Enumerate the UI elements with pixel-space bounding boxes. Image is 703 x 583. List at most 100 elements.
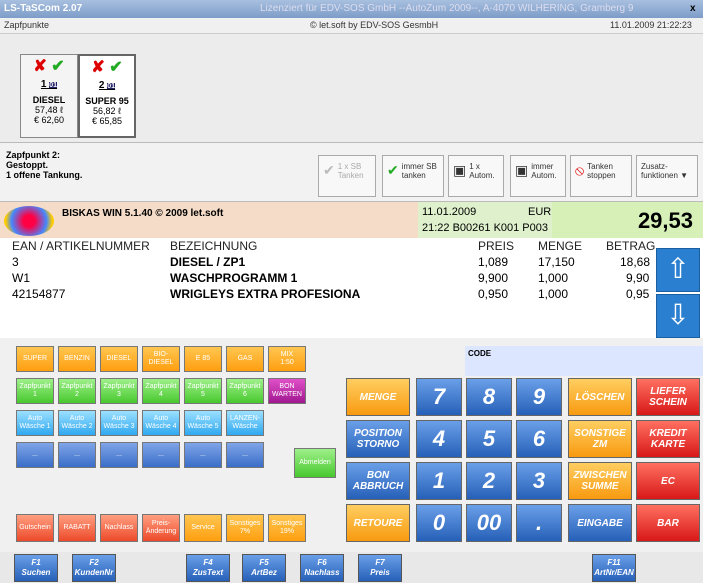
single-sb-button[interactable]: ✔ 1 x SB Tanken xyxy=(318,155,376,197)
zapf-key[interactable]: Zapfpunkt 6 xyxy=(226,378,264,404)
decimal-key[interactable]: . xyxy=(516,504,562,542)
col-header: MENGE xyxy=(538,239,583,253)
delivery-note-button[interactable]: LIEFER SCHEIN xyxy=(636,378,700,416)
fuel-key[interactable]: GAS xyxy=(226,346,264,372)
zapf-key[interactable]: Zapfpunkt 3 xyxy=(100,378,138,404)
fuel-key[interactable]: DIESEL xyxy=(100,346,138,372)
pump-number: 2 xyxy=(98,80,105,91)
fkey-label: F6 xyxy=(317,558,327,567)
wash-key[interactable]: Auto Wäsche 5 xyxy=(184,410,222,436)
digit-0[interactable]: 0 xyxy=(416,504,462,542)
scroll-up-icon[interactable]: ⇧ xyxy=(656,248,700,292)
nachlass-key[interactable]: Nachlass xyxy=(100,514,138,542)
service-key[interactable]: Service xyxy=(184,514,222,542)
stop-fueling-button[interactable]: ⦸ Tanken stoppen xyxy=(570,155,632,197)
f1-search-key[interactable]: F1 Suchen xyxy=(14,554,58,582)
fuel-key[interactable]: BIO- DIESEL xyxy=(142,346,180,372)
digit-00[interactable]: 00 xyxy=(466,504,512,542)
single-auto-button[interactable]: ▣ 1 x Autom. xyxy=(448,155,504,197)
pump-1[interactable]: ✘ ✔ 1 01 DIESEL 57,48 ℓ € 62,60 xyxy=(20,54,78,138)
digit-8[interactable]: 8 xyxy=(466,378,512,416)
code-input[interactable]: CODE xyxy=(465,346,703,376)
wash-key[interactable]: LANZEN- Wäsche xyxy=(226,410,264,436)
misc19-key[interactable]: Sonstiges 19% xyxy=(268,514,306,542)
table-row[interactable]: 42154877 WRIGLEYS EXTRA PROFESIONA 0,950… xyxy=(0,286,654,302)
f11-ean-key[interactable]: F11 ArtNr/EAN xyxy=(592,554,636,582)
always-auto-button[interactable]: ▣ immer Autom. xyxy=(510,155,566,197)
wash-key[interactable]: Auto Wäsche 3 xyxy=(100,410,138,436)
misc7-key[interactable]: Sonstiges 7% xyxy=(226,514,264,542)
digit-2[interactable]: 2 xyxy=(466,462,512,500)
menge-button[interactable]: MENGE xyxy=(346,378,410,416)
wash-key[interactable]: Auto Wäsche 4 xyxy=(142,410,180,436)
cell: 17,150 xyxy=(538,255,575,269)
fkey-label: Suchen xyxy=(21,568,51,577)
zapf-key[interactable]: Zapfpunkt 4 xyxy=(142,378,180,404)
wash-key[interactable]: Auto Wäsche 1 xyxy=(16,410,54,436)
fuel-key[interactable]: E 85 xyxy=(184,346,222,372)
retoure-button[interactable]: RETOURE xyxy=(346,504,410,542)
f7-price-key[interactable]: F7 Preis xyxy=(358,554,402,582)
zapf-key[interactable]: Zapfpunkt 5 xyxy=(184,378,222,404)
price-change-key[interactable]: Preis- Änderung xyxy=(142,514,180,542)
storno-button[interactable]: POSITION STORNO xyxy=(346,420,410,458)
pump-2[interactable]: ✘ ✔ 2 01 SUPER 95 56,82 ℓ € 65,85 xyxy=(78,54,136,138)
btn-label: 1 x SB Tanken xyxy=(337,162,364,180)
extra-functions-button[interactable]: Zusatz- funktionen ▼ xyxy=(636,155,698,197)
subtotal-button[interactable]: ZWISCHEN SUMME xyxy=(568,462,632,500)
blank-key[interactable]: ... xyxy=(142,442,180,468)
digit-9[interactable]: 9 xyxy=(516,378,562,416)
f5-artbez-key[interactable]: F5 ArtBez xyxy=(242,554,286,582)
blank-key[interactable]: ... xyxy=(100,442,138,468)
eingabe-button[interactable]: EINGABE xyxy=(568,504,632,542)
f4-text-key[interactable]: F4 ZusText xyxy=(186,554,230,582)
digit-7[interactable]: 7 xyxy=(416,378,462,416)
cash-button[interactable]: BAR xyxy=(636,504,700,542)
zapf-key[interactable]: Zapfpunkt 1 xyxy=(16,378,54,404)
fuel-key[interactable]: SUPER xyxy=(16,346,54,372)
voucher-key[interactable]: Gutschein xyxy=(16,514,54,542)
blank-key[interactable]: ... xyxy=(226,442,264,468)
table-row[interactable]: 3 DIESEL / ZP1 1,089 17,150 18,68 xyxy=(0,254,654,270)
scroll-down-icon[interactable]: ⇩ xyxy=(656,294,700,338)
blank-key[interactable]: ... xyxy=(58,442,96,468)
btn-label: immer SB tanken xyxy=(401,162,437,180)
zapf-key[interactable]: Zapfpunkt 2 xyxy=(58,378,96,404)
ec-button[interactable]: EC xyxy=(636,462,700,500)
blank-key[interactable]: ... xyxy=(184,442,222,468)
pump-badge: 01 xyxy=(107,83,116,90)
digit-4[interactable]: 4 xyxy=(416,420,462,458)
wash-key[interactable]: Auto Wäsche 2 xyxy=(58,410,96,436)
pump-number: 1 xyxy=(40,79,47,90)
table-header: EAN / ARTIKELNUMMER BEZEICHNUNG PREIS ME… xyxy=(0,238,655,254)
sonstige-button[interactable]: SONSTIGE ZM xyxy=(568,420,632,458)
digit-1[interactable]: 1 xyxy=(416,462,462,500)
f6-nachlass-key[interactable]: F6 Nachlass xyxy=(300,554,344,582)
f2-customer-key[interactable]: F2 KundenNr xyxy=(72,554,116,582)
digit-3[interactable]: 3 xyxy=(516,462,562,500)
discount-key[interactable]: RABATT xyxy=(58,514,96,542)
digit-6[interactable]: 6 xyxy=(516,420,562,458)
fuel-key[interactable]: MIX 1:50 xyxy=(268,346,306,372)
fkey-label: F2 xyxy=(89,558,99,567)
digit-5[interactable]: 5 xyxy=(466,420,512,458)
blank-key[interactable]: ... xyxy=(16,442,54,468)
fkey-label: F11 xyxy=(607,558,621,567)
close-icon[interactable]: x xyxy=(690,3,696,14)
status-message: Zapfpunkt 2: Gestoppt. 1 offene Tankung. xyxy=(6,150,83,180)
check-icon: ✔ xyxy=(387,162,399,178)
fuel-key[interactable]: BENZIN xyxy=(58,346,96,372)
always-sb-button[interactable]: ✔ immer SB tanken xyxy=(382,155,444,197)
credit-card-button[interactable]: KREDIT KARTE xyxy=(636,420,700,458)
bon-warten-key[interactable]: BON WARTEN xyxy=(268,378,306,404)
abbruch-button[interactable]: BON ABBRUCH xyxy=(346,462,410,500)
sub-bar: Zapfpunkte © let.soft by EDV-SOS GesmbH … xyxy=(0,18,703,34)
table-row[interactable]: W1 WASCHPROGRAMM 1 9,900 1,000 9,90 xyxy=(0,270,654,286)
fkey-label: F1 xyxy=(31,558,41,567)
logout-key[interactable]: Abmelden xyxy=(294,448,336,478)
currency-label: EUR xyxy=(528,206,552,218)
pump-icon: ▣ xyxy=(515,162,529,178)
loeschen-button[interactable]: LÖSCHEN xyxy=(568,378,632,416)
fkey-label: Preis xyxy=(370,568,390,577)
cell: 1,000 xyxy=(538,287,569,301)
